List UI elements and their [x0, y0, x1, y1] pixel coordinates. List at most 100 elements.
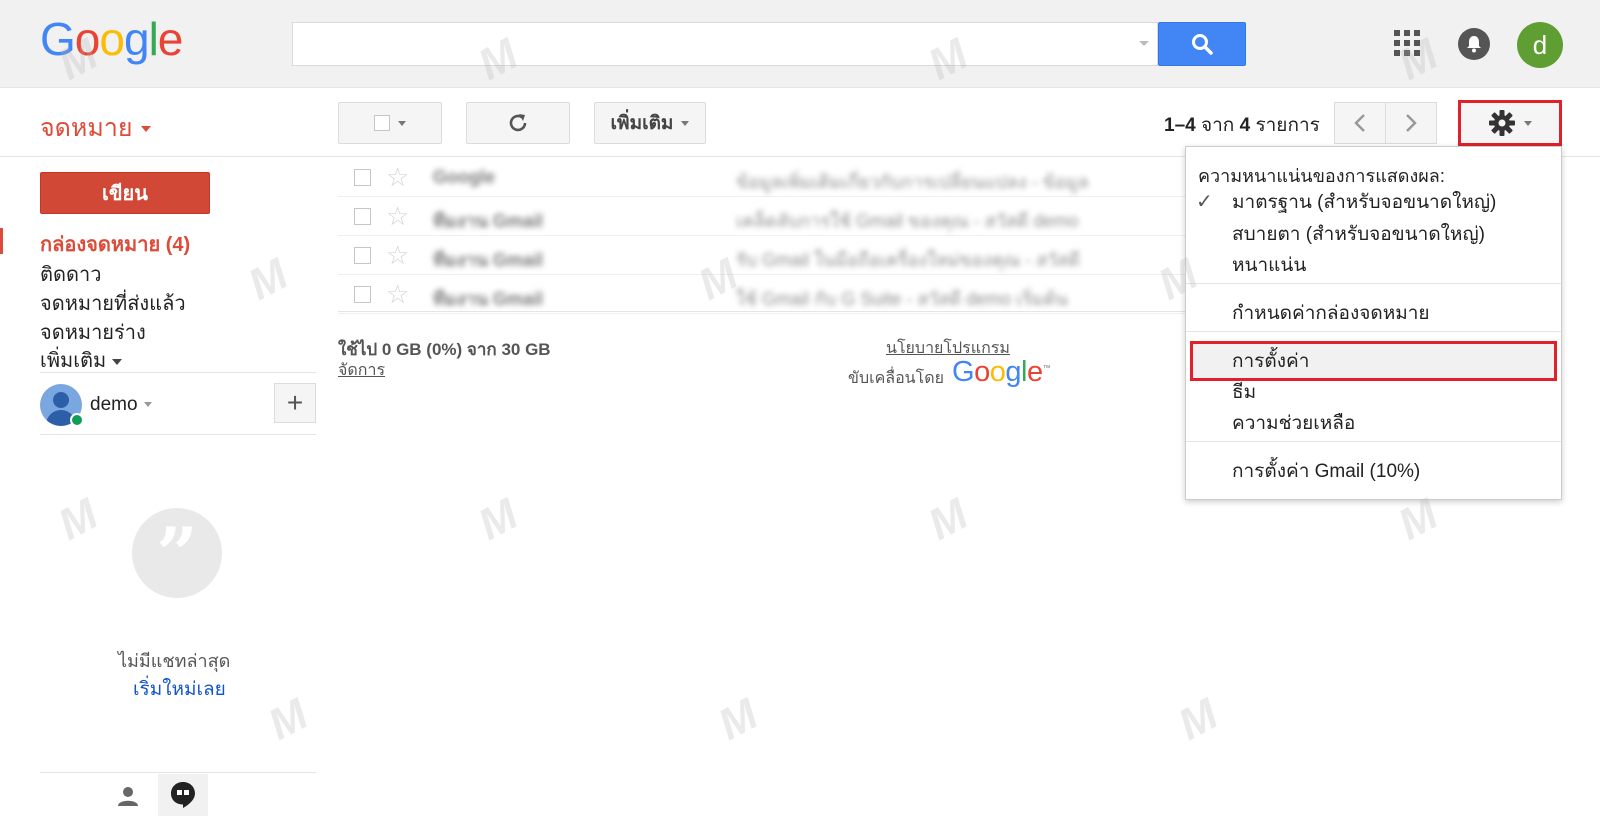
google-logo[interactable]: Google [40, 12, 184, 66]
star-icon[interactable]: ☆ [386, 162, 409, 192]
trademark-symbol: ™ [1042, 363, 1051, 373]
logo-letter: G [952, 356, 975, 388]
logo-letter: e [157, 13, 184, 65]
mail-subject: รับ Gmail ในมือถือเครื่องใหม่ของคุณ - สว… [736, 250, 1080, 270]
more-actions-button[interactable]: เพิ่มเติม [594, 102, 706, 144]
apps-grid-icon[interactable] [1394, 30, 1420, 56]
more-actions-label: เพิ่มเติม [610, 113, 674, 134]
account-avatar[interactable]: d [1517, 22, 1563, 68]
themes-item[interactable]: ธีม [1232, 377, 1256, 407]
density-option-default[interactable]: มาตรฐาน (สำหรับจอขนาดใหญ่) [1232, 187, 1496, 217]
watermark-logo: M [260, 689, 316, 750]
watermark-logo: M [1170, 689, 1226, 750]
watermark-logo: M [240, 249, 296, 310]
configure-inbox-item[interactable]: กำหนดค่ากล่องจดหมาย [1232, 298, 1430, 328]
chevron-down-icon [143, 402, 152, 408]
newer-page-button[interactable] [1334, 102, 1386, 144]
logo-letter: o [99, 13, 125, 65]
help-item[interactable]: ความช่วยเหลือ [1232, 408, 1355, 438]
pagination-range: 1–4 [1164, 115, 1196, 136]
mail-subject: ใช้ Gmail กับ G Suite - สวัสดี demo เริ่… [736, 289, 1068, 309]
compose-button[interactable]: เขียน [40, 172, 210, 214]
logo-letter: o [974, 356, 990, 388]
mail-app-label: จดหมาย [40, 114, 133, 142]
hangouts-user-menu[interactable]: demo [90, 394, 152, 416]
menu-divider [1186, 441, 1561, 442]
menu-divider [1186, 331, 1561, 332]
bell-icon [1467, 36, 1481, 53]
search-button[interactable] [1158, 22, 1246, 66]
mail-row[interactable]: ☆ Google ข้อมูลเพิ่มเติมเกี่ยวกับการเปลี… [338, 158, 1198, 197]
mail-sender: ทีมงาน Gmail [433, 250, 543, 270]
older-page-button[interactable] [1385, 102, 1437, 144]
watermark-logo: M [50, 489, 106, 550]
pagination-total: 4 [1239, 115, 1251, 136]
mail-sender: ทีมงาน Gmail [433, 289, 543, 309]
hangouts-quote-icon: ” [132, 508, 222, 598]
settings-item[interactable]: การตั้งค่า [1232, 346, 1309, 376]
refresh-button[interactable] [466, 102, 570, 144]
hangouts-tab[interactable] [158, 774, 208, 816]
mail-row-checkbox[interactable] [354, 169, 371, 186]
density-option-comfortable[interactable]: สบายตา (สำหรับจอขนาดใหญ่) [1232, 219, 1485, 249]
pagination-of: จาก [1200, 115, 1235, 136]
refresh-icon [509, 114, 527, 132]
sidebar-item-starred[interactable]: ติดดาว [40, 258, 101, 290]
mail-subject: ข้อมูลเพิ่มเติมเกี่ยวกับการเปลี่ยนแปลง -… [736, 172, 1089, 192]
mail-row[interactable]: ☆ ทีมงาน Gmail ใช้ Gmail กับ G Suite - ส… [338, 275, 1198, 314]
start-new-chat-link[interactable]: เริ่มใหม่เลย [133, 674, 226, 704]
star-icon[interactable]: ☆ [386, 240, 409, 270]
gmail-settings-item[interactable]: การตั้งค่า Gmail (10%) [1232, 456, 1420, 486]
chevron-down-icon [1524, 120, 1532, 126]
sidebar-divider [40, 434, 316, 435]
new-conversation-button[interactable]: + [274, 383, 316, 423]
logo-letter: l [148, 13, 159, 65]
search-input[interactable] [292, 22, 1158, 66]
chevron-left-icon [1354, 114, 1365, 132]
mail-list-divider [338, 311, 1198, 312]
watermark-logo: M [920, 489, 976, 550]
sidebar-item-inbox[interactable]: กล่องจดหมาย (4) [40, 228, 190, 260]
contacts-tab[interactable] [108, 778, 148, 814]
powered-by-google-logo: Google™ [952, 356, 1051, 389]
chevron-down-icon [681, 120, 690, 126]
manage-storage-link[interactable]: จัดการ [338, 358, 385, 383]
gmail-window: Google d จดหมาย เพิ่มเติม 1–4 จาก 4 รายก… [0, 0, 1600, 816]
hangouts-icon [171, 782, 195, 808]
chevron-right-icon [1406, 114, 1417, 132]
mail-row-checkbox[interactable] [354, 208, 371, 225]
select-all-checkbox[interactable] [374, 115, 390, 131]
gear-icon [1489, 110, 1515, 136]
watermark-logo: M [710, 689, 766, 750]
pagination-unit: รายการ [1255, 115, 1320, 136]
mail-row[interactable]: ☆ ทีมงาน Gmail เคล็ดลับการใช้ Gmail ของค… [338, 197, 1198, 236]
sidebar-item-sent[interactable]: จดหมายที่ส่งแล้ว [40, 287, 186, 319]
mail-sender: ทีมงาน Gmail [433, 211, 543, 231]
logo-letter: e [1026, 356, 1043, 388]
logo-letter: g [123, 13, 150, 65]
mail-row-checkbox[interactable] [354, 247, 371, 264]
mail-app-switcher[interactable]: จดหมาย [40, 108, 151, 148]
logo-letter: o [989, 356, 1006, 388]
sidebar-bottom-divider [40, 772, 316, 773]
active-folder-indicator [0, 228, 3, 254]
mail-row[interactable]: ☆ ทีมงาน Gmail รับ Gmail ในมือถือเครื่อง… [338, 236, 1198, 275]
settings-gear-button[interactable] [1458, 100, 1562, 146]
density-option-compact[interactable]: หนาแน่น [1232, 250, 1306, 280]
star-icon[interactable]: ☆ [386, 201, 409, 231]
logo-letter: o [74, 13, 101, 65]
online-status-dot [70, 413, 84, 427]
person-icon [118, 787, 138, 806]
select-all-button[interactable] [338, 102, 442, 144]
star-icon[interactable]: ☆ [386, 279, 409, 309]
notifications-bell-icon[interactable] [1458, 28, 1490, 60]
sidebar-more-label: เพิ่มเติม [40, 350, 107, 372]
search-icon [1192, 34, 1213, 55]
powered-by-text: ขับเคลื่อนโดย [848, 370, 944, 387]
logo-letter: G [40, 13, 76, 65]
chevron-down-icon [398, 120, 406, 126]
mail-sender: Google [433, 167, 495, 187]
search-options-caret-icon[interactable] [1139, 41, 1149, 46]
logo-letter: g [1005, 356, 1021, 388]
mail-row-checkbox[interactable] [354, 286, 371, 303]
